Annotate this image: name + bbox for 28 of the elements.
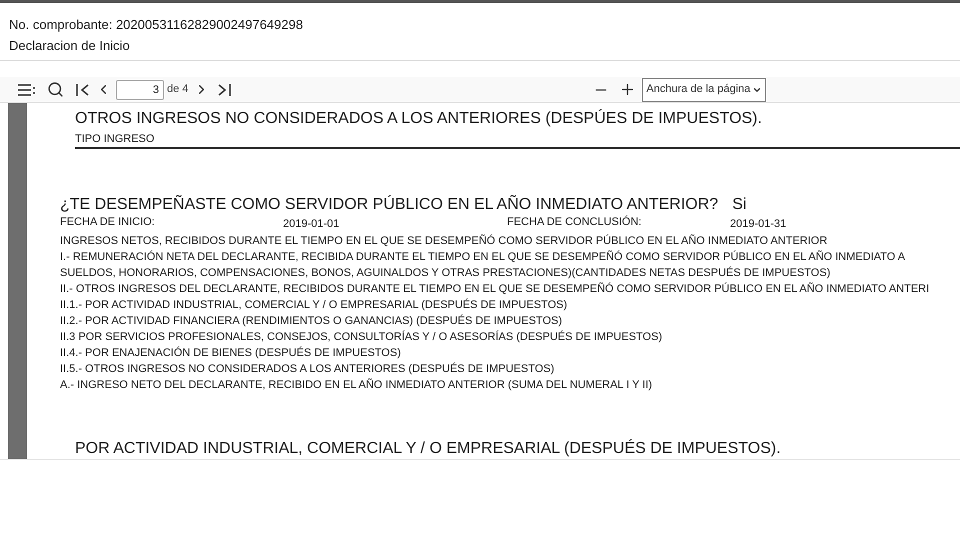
zoom-select[interactable]: Anchura de la página	[642, 78, 766, 102]
income-line: II.3 POR SERVICIOS PROFESIONALES, CONSEJOS, CONSULTORÍAS Y / O ASESORÍAS (DESPUÉS DE IMPUESTOS)	[60, 330, 662, 345]
date-label: FECHA DE INICIO:	[60, 215, 156, 230]
question-text: ¿TE DESEMPEÑASTE COMO SERVIDOR PÚBLICO EN EL AÑO INMEDIATO ANTERIOR?	[60, 195, 718, 215]
page-count: de 4	[167, 82, 188, 98]
last-page-icon[interactable]	[217, 84, 232, 96]
date-value: 2019-01-01	[283, 217, 340, 231]
receipt-number: No. comprobante: 20200531162829002497649298	[9, 17, 304, 33]
declaration-type: Declaracion de Inicio	[9, 38, 131, 54]
income-line: II.4.- POR ENAJENACIÓN DE BIENES (DESPUÉS DE IMPUESTOS)	[60, 346, 401, 361]
income-line: A.- INGRESO NETO DEL DECLARANTE, RECIBIDO EN EL AÑO INMEDIATO ANTERIOR (SUMA DEL NUMERAL I Y II)	[60, 377, 652, 393]
page-number-input[interactable]: 3	[116, 80, 164, 100]
date-value: 2019-01-31	[730, 217, 786, 231]
date-label: FECHA DE CONCLUSIÓN:	[507, 215, 642, 230]
income-line: II.2.- POR ACTIVIDAD FINANCIERA (RENDIMIENTOS O GANANCIAS) (DESPUÉS DE IMPUESTOS)	[60, 314, 562, 329]
income-line: I.- REMUNERACIÓN NETA DEL DECLARANTE, RECIBIDA DURANTE EL TIEMPO EN EL QUE SE DESEMPEÑÓ COMO SERVIDOR PÚBLICO EN EL AÑO INMEDIATO A	[60, 249, 906, 265]
income-line: INGRESOS NETOS, RECIBIDOS DURANTE EL TIEMPO EN EL QUE SE DESEMPEÑÓ COMO SERVIDOR PÚBLICO EN EL AÑO INMEDIATO ANTERIOR	[60, 233, 828, 249]
income-line: SUELDOS, HONORARIOS, COMPENSACIONES, BONOS, AGUINALDOS Y OTRAS PRESTACIONES)(CANTIDADES NETAS DESPUÉS DE IMPUESTOS)	[60, 266, 830, 281]
search-icon[interactable]	[47, 81, 64, 98]
income-line: II.5.- OTROS INGRESOS NO CONSIDERADOS A LOS ANTERIORES (DESPUÉS DE IMPUESTOS)	[60, 362, 554, 377]
column-header: TIPO INGRESO	[75, 132, 960, 149]
income-line: II.- OTROS INGRESOS DEL DECLARANTE, RECIBIDOS DURANTE EL TIEMPO EN EL QUE SE DESEMPEÑÓ COMO SERVIDOR PÚBLICO EN EL AÑO INMEDIATO ANTERI	[60, 281, 930, 297]
sidebar-toggle-icon[interactable]	[18, 84, 36, 96]
answer-text: Si	[732, 195, 746, 215]
section-title: OTROS INGRESOS NO CONSIDERADOS A LOS ANTERIORES (DESPÚES DE IMPUESTOS).	[75, 109, 763, 129]
first-page-icon[interactable]	[76, 84, 90, 96]
income-line: II.1.- POR ACTIVIDAD INDUSTRIAL, COMERCIAL Y / O EMPRESARIAL (DESPUÉS DE IMPUESTOS)	[60, 298, 568, 313]
section-title: POR ACTIVIDAD INDUSTRIAL, COMERCIAL Y / O EMPRESARIAL (DESPUÉS DE IMPUESTOS).	[75, 439, 782, 459]
